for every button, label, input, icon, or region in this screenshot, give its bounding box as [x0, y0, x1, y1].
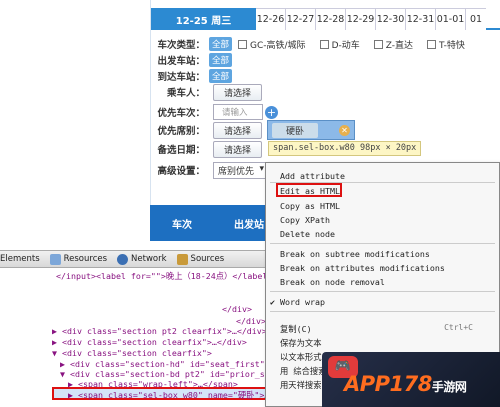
watermark-suffix: 手游网: [431, 380, 467, 394]
menu-item-copy-as-html[interactable]: Copy as HTML: [280, 201, 340, 211]
tab-sources[interactable]: Sources: [176, 253, 225, 265]
date-tab[interactable]: 12-31: [406, 8, 436, 30]
menu-item-word-wrap[interactable]: Word wrap: [280, 297, 325, 307]
train-type-row: 车次类型： 全部 GC-高铁/城际 D-动车 Z-直达 T-特快: [151, 36, 500, 52]
type-label: Z-直达: [385, 40, 414, 51]
tab-resources[interactable]: Resources: [49, 253, 108, 265]
menu-item-add-attribute[interactable]: Add attribute: [280, 171, 345, 181]
copy-shortcut: Ctrl+C: [444, 323, 473, 332]
sources-icon: [176, 253, 188, 265]
checkbox[interactable]: [427, 39, 437, 49]
menu-separator: [270, 291, 495, 292]
all-button[interactable]: 全部: [209, 37, 233, 51]
priority-seat-label: 优先席别：: [157, 126, 205, 137]
watermark-brand: APP178: [344, 372, 432, 396]
network-icon: [117, 253, 129, 265]
from-station-row: 出发车站： 全部: [151, 52, 500, 68]
checkbox[interactable]: [373, 39, 383, 49]
menu-item-search[interactable]: 用 综合搜索: [280, 365, 326, 377]
tab-network[interactable]: Network: [117, 253, 167, 265]
priority-train-input[interactable]: 请输入: [213, 104, 263, 120]
menu-item-break-subtree[interactable]: Break on subtree modifications: [280, 249, 430, 259]
tab-elements[interactable]: Elements: [0, 254, 40, 264]
element-size-tooltip: span.sel-box.w80 98px × 20px: [268, 141, 422, 156]
type-label: GC-高铁/城际: [250, 40, 306, 51]
all-button[interactable]: 全部: [209, 53, 233, 67]
tab-label: Elements: [0, 254, 40, 264]
checkbox[interactable]: [238, 39, 248, 49]
date-tab-current[interactable]: 12-25 周三: [151, 8, 256, 30]
tab-label: Sources: [190, 254, 225, 264]
chevron-down-icon: ▾: [259, 163, 264, 174]
train-column-header: 车次: [172, 219, 192, 231]
date-tab[interactable]: 12-28: [316, 8, 346, 30]
menu-item-text-form[interactable]: 以文本形式: [280, 351, 322, 363]
date-tab[interactable]: 12-26: [256, 8, 286, 30]
code-line[interactable]: ▶ <div class="section pt2 clearfix">…</d…: [52, 326, 267, 337]
date-tab[interactable]: 12-27: [286, 8, 316, 30]
seat-select-button[interactable]: 请选择: [213, 121, 263, 139]
tab-label: Resources: [63, 254, 108, 264]
menu-item-search-2[interactable]: 用天祥搜索: [280, 379, 322, 391]
code-line[interactable]: ▶ <div class="section clearfix">…</div>: [52, 337, 247, 348]
resources-icon: [49, 253, 61, 265]
code-line[interactable]: </input><label for="">晚上（18-24点）</label>: [56, 271, 272, 282]
menu-item-break-attributes[interactable]: Break on attributes modifications: [280, 263, 445, 273]
train-type-label: 车次类型：: [157, 40, 205, 51]
tab-label: Network: [131, 254, 167, 264]
date-tab[interactable]: 01-01: [436, 8, 466, 30]
close-icon[interactable]: ✕: [339, 124, 350, 136]
menu-item-edit-as-html[interactable]: Edit as HTML: [280, 186, 340, 196]
screenshot: 12-25 周三 12-26 12-27 12-28 12-29 12-30 1…: [0, 0, 500, 407]
type-label: D-动车: [331, 40, 360, 51]
date-tab[interactable]: 01: [466, 8, 486, 30]
inspected-element-highlight: 硬卧 ✕: [267, 120, 355, 140]
from-station-label: 出发车站：: [157, 56, 205, 67]
app178-watermark-logo: 🎮 APP178手游网: [322, 352, 500, 407]
add-icon[interactable]: +: [265, 105, 278, 119]
date-tab[interactable]: 12-29: [346, 8, 376, 30]
menu-item-delete-node[interactable]: Delete node: [280, 229, 335, 239]
date-select-button[interactable]: 请选择: [213, 140, 263, 158]
date-tabs: 12-25 周三 12-26 12-27 12-28 12-29 12-30 1…: [151, 8, 500, 30]
menu-separator: [270, 243, 495, 244]
priority-train-row: 优先车次： 请输入 +: [151, 104, 500, 120]
seat-priority-dropdown[interactable]: 席别优先 ▾: [213, 161, 269, 179]
watermark-text: APP178手游网: [344, 372, 467, 396]
menu-separator: [270, 311, 495, 312]
checkmark-icon: ✔: [270, 297, 275, 307]
passenger-label: 乘车人：: [166, 88, 205, 99]
to-station-row: 到达车站： 全部: [151, 68, 500, 84]
code-line[interactable]: </div>: [222, 304, 252, 315]
advanced-label: 高级设置：: [157, 166, 205, 177]
menu-item-break-removal[interactable]: Break on node removal: [280, 277, 385, 287]
to-station-label: 到达车站：: [157, 72, 205, 83]
date-tab[interactable]: 12-30: [376, 8, 406, 30]
checkbox[interactable]: [319, 39, 329, 49]
all-button[interactable]: 全部: [209, 69, 233, 83]
menu-item-copy-xpath[interactable]: Copy XPath: [280, 215, 330, 225]
type-label: T-特快: [439, 40, 465, 51]
selected-seat-chip[interactable]: 硬卧: [272, 122, 319, 138]
departure-column-header: 出发站: [234, 219, 264, 231]
menu-item-copy[interactable]: 复制(C): [280, 323, 312, 335]
backup-date-label: 备选日期：: [157, 145, 205, 156]
passenger-row: 乘车人： 请选择: [151, 83, 500, 101]
passenger-select-button[interactable]: 请选择: [213, 83, 263, 101]
priority-train-label: 优先车次：: [157, 108, 205, 119]
dropdown-value: 席别优先: [218, 166, 255, 177]
code-line[interactable]: ▼ <div class="section clearfix">: [52, 348, 212, 359]
menu-item-save-as-text[interactable]: 保存为文本: [280, 337, 322, 349]
